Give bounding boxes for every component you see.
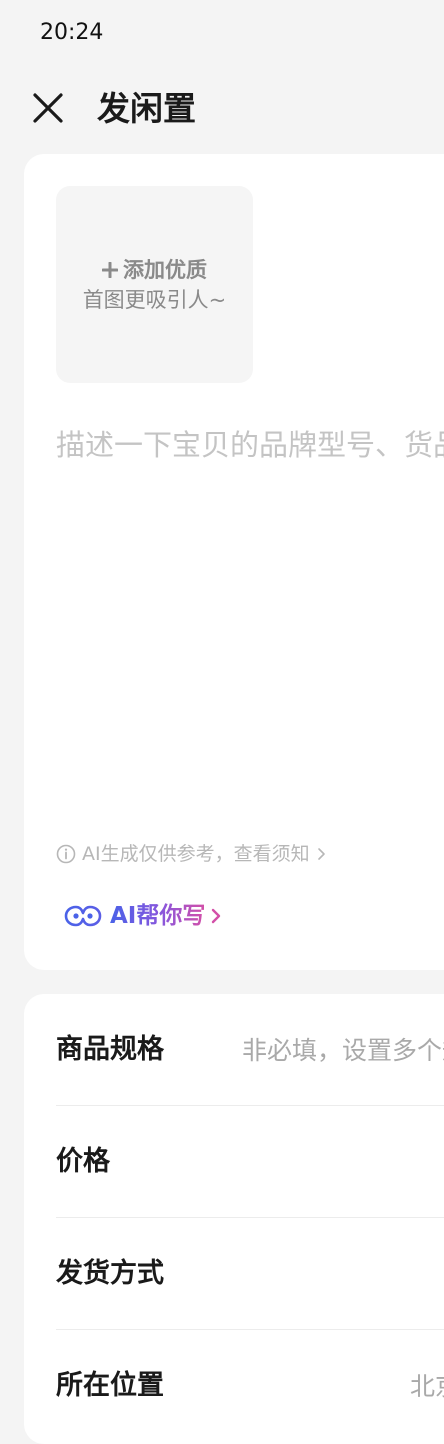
ai-logo-icon [64,905,102,927]
close-icon [33,93,63,123]
row-price-label: 价格 [56,1146,110,1177]
item-info-card: 添加优质 首图更吸引人~ AI生成仅供参考，查看须知 AI帮你写 [24,154,444,970]
row-spec-label: 商品规格 [56,1034,164,1065]
status-time: 20:24 [40,20,104,45]
add-photo-button[interactable]: 添加优质 首图更吸引人~ [56,186,253,383]
chevron-right-icon [212,908,221,924]
row-location[interactable]: 所在位置 北京 [56,1330,444,1442]
row-spec[interactable]: 商品规格 非必填，设置多个规格 [56,994,444,1106]
row-location-value: 北京 [410,1372,444,1401]
nav-bar: 发闲置 [0,76,444,142]
item-details-card: 商品规格 非必填，设置多个规格 价格 发货方式 所在位置 北京 [24,994,444,1444]
chevron-right-icon [317,848,325,860]
add-photo-line1: 添加优质 [102,255,207,285]
info-icon [56,844,76,864]
row-shipping-label: 发货方式 [56,1258,164,1289]
row-spec-value: 非必填，设置多个规格 [242,1036,444,1065]
add-photo-label: 添加优质 [123,257,207,282]
description-input[interactable] [56,424,444,804]
ai-notice-link[interactable]: AI生成仅供参考，查看须知 [56,840,326,868]
close-button[interactable] [24,84,72,132]
row-shipping[interactable]: 发货方式 [56,1218,444,1330]
row-location-label: 所在位置 [56,1370,164,1401]
ai-notice-text: AI生成仅供参考，查看须知 [82,843,310,865]
row-price[interactable]: 价格 [56,1106,444,1218]
ai-write-label: AI帮你写 [110,900,205,932]
ai-write-button[interactable]: AI帮你写 [64,900,222,932]
plus-icon [102,261,118,278]
page-title: 发闲置 [97,89,196,128]
status-bar: 20:24 [0,0,444,66]
add-photo-hint: 首图更吸引人~ [82,287,227,312]
